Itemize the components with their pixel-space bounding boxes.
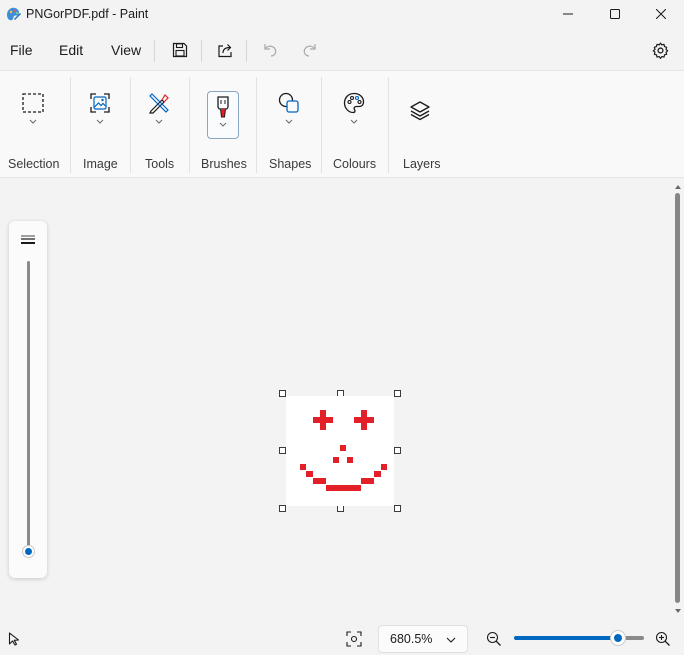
group-tools: Tools [131, 71, 189, 179]
group-label-image: Image [83, 157, 118, 171]
fit-to-window-icon[interactable] [346, 631, 362, 647]
group-brushes: Brushes [190, 71, 256, 179]
smiley-mouth [306, 471, 313, 477]
chevron-down-icon [29, 119, 37, 124]
zoom-in-icon[interactable] [655, 631, 671, 647]
layers-button[interactable] [404, 99, 436, 147]
tools-button[interactable] [143, 91, 175, 139]
minimize-button[interactable] [545, 0, 591, 28]
share-button[interactable] [215, 40, 235, 60]
resize-handle-bottom-right[interactable] [394, 505, 401, 512]
resize-handle-bottom[interactable] [337, 505, 344, 512]
group-label-selection: Selection [8, 157, 60, 171]
group-label-colours: Colours [333, 157, 377, 171]
brushes-button[interactable] [207, 91, 239, 139]
group-label-brushes: Brushes [201, 157, 247, 171]
scroll-down-icon[interactable] [674, 607, 682, 615]
menu-bar: File Edit View [0, 34, 684, 66]
zoom-slider-track[interactable] [624, 636, 644, 640]
save-button[interactable] [170, 40, 190, 60]
window-title: PNGorPDF.pdf - Paint [26, 7, 149, 21]
chevron-down-icon [446, 637, 456, 643]
redo-icon [303, 44, 316, 57]
image-icon [90, 93, 110, 113]
chevron-down-icon [285, 119, 293, 124]
smiley-mouth [300, 464, 306, 470]
smiley-right-eye [354, 417, 374, 423]
undo-icon [264, 44, 277, 57]
smiley-mouth [313, 478, 326, 484]
smiley-mouth [361, 478, 374, 484]
selection-rectangle-icon [22, 93, 44, 113]
scroll-up-icon[interactable] [674, 183, 682, 191]
group-selection: Selection [0, 71, 70, 179]
smiley-mouth [326, 485, 361, 491]
brush-size-track[interactable] [27, 261, 30, 549]
menu-file[interactable]: File [10, 42, 33, 58]
close-button[interactable] [638, 0, 684, 28]
group-colours: Colours [322, 71, 388, 179]
zoom-slider-fill[interactable] [514, 636, 618, 640]
resize-handle-top-right[interactable] [394, 390, 401, 397]
group-label-shapes: Shapes [269, 157, 312, 171]
title-bar: PNGorPDF.pdf - Paint [0, 0, 684, 28]
smiley-nose [347, 457, 353, 463]
chevron-down-icon [350, 119, 358, 124]
vertical-scrollbar[interactable] [672, 179, 684, 620]
undo-button[interactable] [260, 40, 280, 60]
group-image: Image [71, 71, 130, 179]
zoom-out-icon[interactable] [486, 631, 502, 647]
settings-button[interactable] [650, 40, 670, 60]
gear-icon [652, 41, 668, 59]
shapes-icon [278, 92, 299, 113]
resize-handle-top-left[interactable] [279, 390, 286, 397]
shapes-button[interactable] [273, 91, 305, 139]
group-layers: Layers [389, 71, 453, 179]
smiley-mouth [374, 471, 381, 477]
cursor-pointer-icon [8, 632, 20, 646]
save-icon [172, 42, 188, 58]
stroke-size-icon [21, 235, 35, 244]
tools-icon [149, 93, 169, 114]
maximize-button[interactable] [592, 0, 638, 28]
menu-edit[interactable]: Edit [59, 42, 83, 58]
zoom-select[interactable]: 680.5% [378, 625, 468, 653]
maximize-icon [610, 9, 620, 19]
chevron-down-icon [96, 119, 104, 124]
group-shapes: Shapes [257, 71, 321, 179]
menu-divider [246, 40, 247, 62]
resize-handle-bottom-left[interactable] [279, 505, 286, 512]
group-label-tools: Tools [145, 157, 175, 171]
resize-handle-right[interactable] [394, 447, 401, 454]
canvas-image[interactable] [286, 396, 394, 506]
smiley-nose [340, 445, 346, 451]
share-icon [218, 44, 232, 58]
image-button[interactable] [84, 91, 116, 139]
brush-icon [217, 96, 229, 118]
brush-size-panel [9, 221, 47, 578]
menu-divider [201, 40, 202, 62]
scrollbar-thumb[interactable] [675, 193, 680, 603]
chevron-down-icon [155, 119, 163, 124]
layers-icon [410, 101, 430, 121]
zoom-value: 680.5% [390, 632, 433, 646]
palette-icon [343, 92, 365, 114]
smiley-mouth [381, 464, 387, 470]
selection-button[interactable] [17, 91, 49, 139]
close-icon [656, 9, 666, 19]
ribbon-toolbar: Selection Image Tools Brushes Shapes Col… [0, 70, 684, 178]
colours-button[interactable] [338, 91, 370, 139]
menu-divider [154, 40, 155, 62]
minimize-icon [563, 13, 573, 15]
menu-view[interactable]: View [111, 42, 141, 58]
resize-handle-left[interactable] [279, 447, 286, 454]
brush-size-thumb[interactable] [23, 546, 34, 557]
smiley-left-eye [313, 417, 333, 423]
paint-app-icon [7, 7, 21, 21]
smiley-nose [333, 457, 339, 463]
chevron-down-icon [219, 122, 227, 127]
zoom-slider-thumb[interactable] [611, 631, 625, 645]
group-label-layers: Layers [403, 157, 441, 171]
redo-button[interactable] [300, 40, 320, 60]
